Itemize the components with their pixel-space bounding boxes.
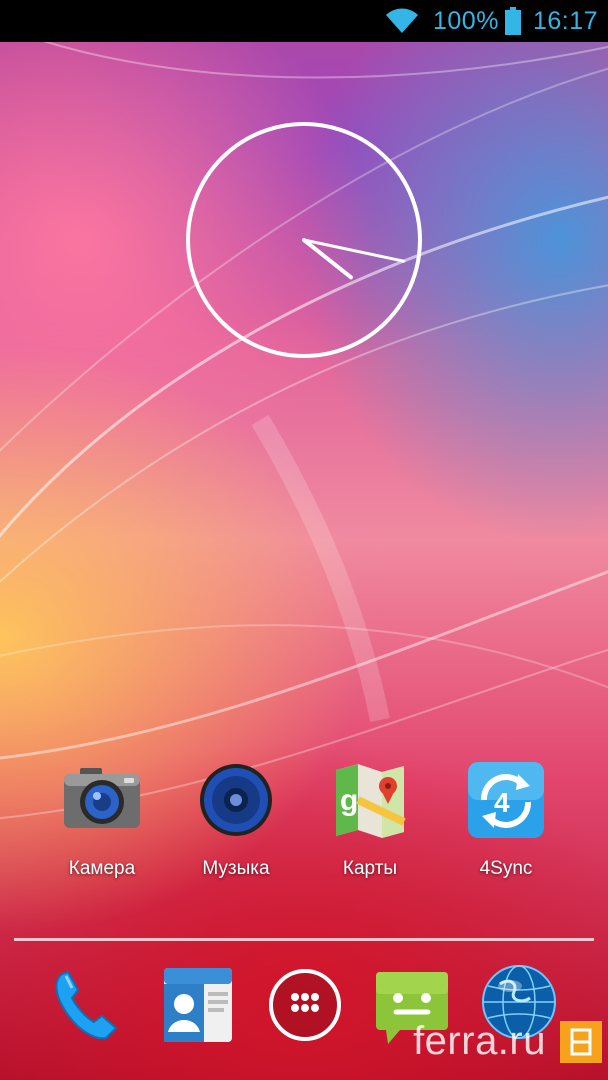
- app-maps[interactable]: g Карты: [310, 760, 430, 880]
- battery-full-icon: [504, 7, 521, 35]
- app-label: Музыка: [202, 858, 270, 879]
- music-speaker-icon: [194, 760, 278, 844]
- home-app-row: Камера Музыка g Карты 4 4Sync: [0, 760, 608, 890]
- home-screen: 100% 16:17 Камера Музыка g Карты 4 4Sync…: [0, 0, 608, 1080]
- app-music[interactable]: Музыка: [176, 760, 296, 880]
- dock-all-apps[interactable]: [260, 960, 350, 1050]
- all-apps-icon: [269, 969, 341, 1041]
- watermark-text: ferra.ru: [413, 1019, 546, 1063]
- 4sync-icon: 4: [464, 760, 548, 844]
- dock-phone[interactable]: [44, 960, 134, 1050]
- app-label: Карты: [342, 858, 398, 879]
- contacts-icon: [164, 968, 232, 1042]
- analog-clock-widget[interactable]: [184, 120, 424, 360]
- app-4sync[interactable]: 4 4Sync: [446, 760, 566, 880]
- analog-clock-face: [186, 122, 422, 358]
- svg-text:g: g: [340, 784, 358, 817]
- dock-contacts[interactable]: [154, 960, 244, 1050]
- status-bar: 100% 16:17: [0, 0, 608, 42]
- battery-percentage: 100%: [432, 6, 499, 35]
- camera-icon: [60, 760, 144, 844]
- status-time: 16:17: [532, 6, 598, 35]
- status-bar-right: 100% 16:17: [385, 0, 598, 42]
- watermark: ferra.ru: [413, 1019, 602, 1064]
- app-label: Камера: [68, 858, 136, 879]
- dock-divider: [14, 938, 594, 941]
- wifi-icon: [385, 8, 418, 33]
- app-label: 4Sync: [479, 858, 533, 879]
- maps-icon: g: [328, 760, 412, 844]
- phone-icon: [55, 970, 118, 1040]
- svg-text:4: 4: [494, 787, 510, 818]
- app-camera[interactable]: Камера: [42, 760, 162, 880]
- watermark-badge-icon: [560, 1020, 602, 1063]
